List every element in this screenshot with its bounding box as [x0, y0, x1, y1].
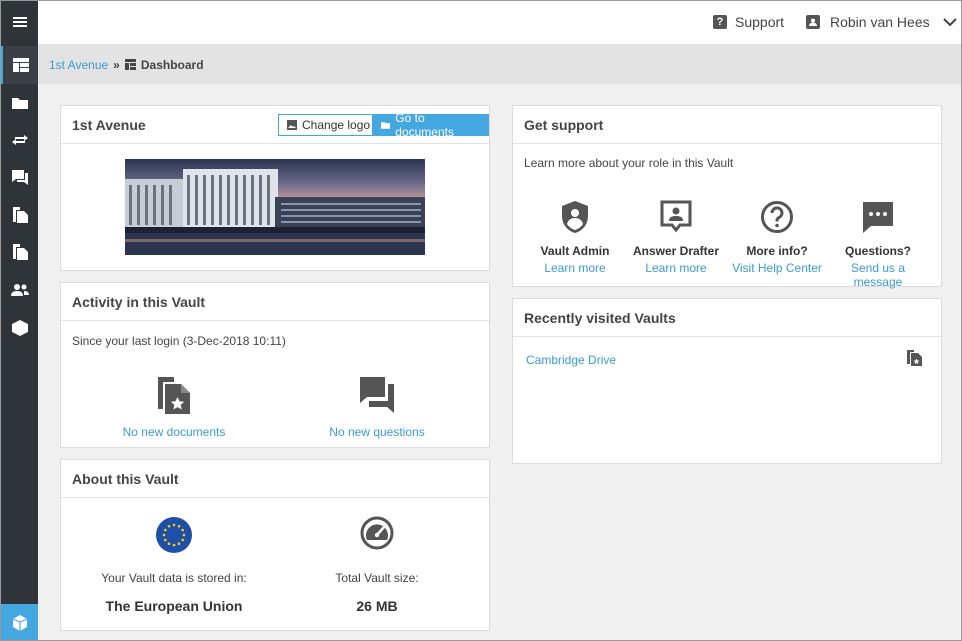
top-bar: ? Support Robin van Hees	[38, 1, 961, 45]
sidebar-item-documents[interactable]	[1, 84, 38, 122]
new-documents-block: No new documents	[109, 375, 239, 439]
breadcrumb-current: Dashboard	[124, 57, 204, 72]
cube-icon	[11, 320, 28, 336]
sidebar-item-document-updates[interactable]	[1, 233, 38, 271]
recent-vault-link[interactable]: Cambridge Drive	[526, 353, 616, 367]
folder-icon	[11, 98, 28, 109]
go-to-documents-button[interactable]: Go to documents	[372, 111, 489, 139]
support-link[interactable]: ? Support	[713, 14, 784, 30]
app-window: ? Support Robin van Hees 1st Avenue » Da…	[0, 0, 962, 641]
sidebar	[1, 1, 38, 640]
gauge-icon	[360, 516, 394, 550]
support-item-label: Questions?	[844, 244, 911, 258]
vault-admin-learn-more-link[interactable]: Learn more	[544, 261, 605, 275]
breadcrumb-current-label: Dashboard	[140, 57, 204, 72]
sidebar-item-vaults[interactable]	[1, 309, 38, 347]
chat-icon	[360, 377, 394, 413]
breadcrumb: 1st Avenue » Dashboard	[38, 45, 961, 84]
user-icon	[806, 15, 820, 29]
about-panel-title: About this Vault	[61, 460, 489, 498]
vault-panel: 1st Avenue Change logo Go to documents	[60, 105, 490, 271]
help-icon: ?	[713, 15, 727, 29]
change-logo-button[interactable]: Change logo	[278, 114, 380, 136]
breadcrumb-link-vault[interactable]: 1st Avenue	[49, 58, 108, 72]
image-icon	[287, 120, 297, 130]
support-intro: Learn more about your role in this Vault	[524, 156, 734, 170]
support-item-questions: Questions? Send us a message	[828, 200, 928, 289]
sidebar-item-new-documents[interactable]	[1, 196, 38, 234]
vault-size-value: 26 MB	[356, 598, 398, 614]
folder-icon	[381, 122, 391, 129]
users-icon	[10, 284, 29, 296]
support-label: Support	[735, 14, 785, 30]
recent-vaults-panel: Recently visited Vaults Cambridge Drive	[512, 298, 942, 464]
support-item-label: More info?	[746, 244, 808, 258]
user-name: Robin van Hees	[830, 14, 930, 30]
support-item-label: Answer Drafter	[632, 244, 720, 258]
breadcrumb-separator: »	[113, 57, 120, 72]
no-new-documents-link[interactable]: No new documents	[123, 425, 226, 439]
documents-star-icon	[12, 207, 28, 223]
user-menu[interactable]: Robin van Hees	[806, 14, 930, 30]
question-circle-icon	[761, 201, 793, 233]
vault-size-label: Total Vault size:	[335, 571, 419, 585]
eu-flag-icon	[156, 517, 192, 553]
vault-logo-image	[125, 159, 425, 255]
presenter-icon	[660, 200, 692, 233]
about-panel: About this Vault Your Vault data is stor…	[60, 459, 490, 631]
support-panel: Get support Learn more about your role i…	[512, 105, 942, 289]
support-panel-title: Get support	[513, 106, 941, 144]
storage-label: Your Vault data is stored in:	[101, 571, 247, 585]
storage-location-block: Your Vault data is stored in: The Europe…	[94, 516, 254, 614]
transfer-icon	[11, 135, 28, 145]
send-message-link[interactable]: Send us a message	[828, 261, 928, 289]
chat-dots-icon	[863, 202, 893, 233]
new-questions-block: No new questions	[312, 375, 442, 439]
vault-size-block: Total Vault size: 26 MB	[297, 516, 457, 614]
cube-logo-icon	[12, 615, 27, 631]
activity-panel: Activity in this Vault Since your last l…	[60, 282, 490, 448]
answer-drafter-learn-more-link[interactable]: Learn more	[645, 261, 706, 275]
visit-help-center-link[interactable]: Visit Help Center	[732, 261, 822, 275]
support-item-label: Vault Admin	[540, 244, 610, 258]
menu-icon[interactable]	[1, 3, 38, 41]
app-logo[interactable]	[1, 604, 38, 640]
dashboard-icon	[124, 59, 136, 70]
documents-star-icon	[158, 377, 190, 414]
recent-vaults-title: Recently visited Vaults	[513, 299, 941, 337]
support-item-more-info: More info? Visit Help Center	[727, 200, 827, 275]
storage-value: The European Union	[105, 598, 243, 614]
shield-user-icon	[562, 201, 588, 233]
activity-panel-title: Activity in this Vault	[61, 283, 489, 321]
documents-refresh-icon	[12, 244, 28, 260]
documents-star-icon[interactable]	[906, 349, 924, 367]
last-login-text: Since your last login (3-Dec-2018 10:11)	[72, 334, 286, 348]
sidebar-item-transfers[interactable]	[1, 121, 38, 159]
sidebar-item-questions[interactable]	[1, 158, 38, 196]
sidebar-item-users[interactable]	[1, 271, 38, 309]
no-new-questions-link[interactable]: No new questions	[329, 425, 424, 439]
chat-icon	[11, 170, 28, 185]
dashboard-icon	[12, 58, 29, 72]
chevron-down-icon[interactable]	[942, 14, 958, 33]
sidebar-item-dashboard[interactable]	[1, 46, 38, 84]
support-item-vault-admin: Vault Admin Learn more	[525, 200, 625, 275]
support-item-answer-drafter: Answer Drafter Learn more	[626, 200, 726, 275]
